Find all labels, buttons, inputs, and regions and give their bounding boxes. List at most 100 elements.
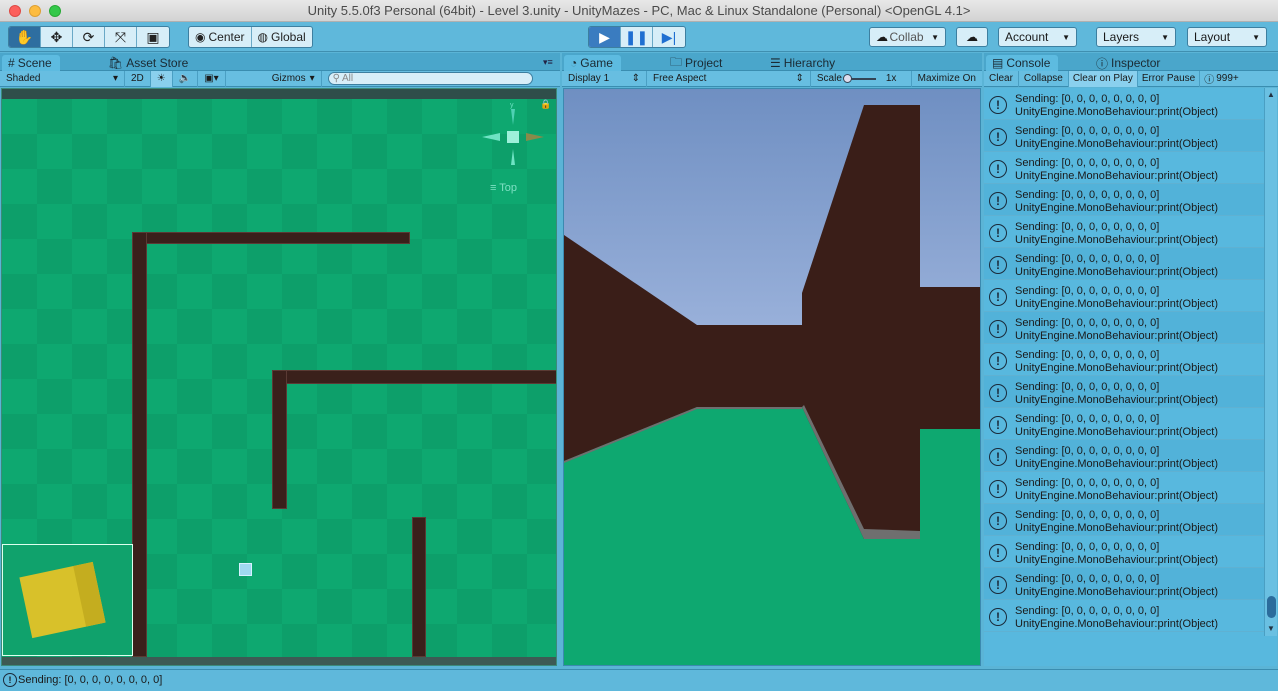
space-global-toggle[interactable]: ◍ Global <box>252 27 312 47</box>
console-log-entry[interactable]: ! Sending: [0, 0, 0, 0, 0, 0, 0, 0] UnityE… <box>984 504 1264 536</box>
console-log-entry[interactable]: ! Sending: [0, 0, 0, 0, 0, 0, 0, 0] UnityE… <box>984 120 1264 152</box>
log-message: Sending: [0, 0, 0, 0, 0, 0, 0, 0] <box>1015 541 1160 553</box>
top-view-label: Top <box>499 182 518 194</box>
tab-scene[interactable]: # Scene <box>2 55 60 71</box>
console-log-entry[interactable]: ! Sending: [0, 0, 0, 0, 0, 0, 0, 0] UnityE… <box>984 216 1264 248</box>
tab-asset-store[interactable]: 🛍 Asset Store <box>102 55 196 71</box>
log-message: Sending: [0, 0, 0, 0, 0, 0, 0, 0] <box>1015 349 1160 361</box>
lighting-toggle[interactable]: ☀ <box>150 70 173 87</box>
collapse-toggle[interactable]: Collapse <box>1019 70 1069 87</box>
scene-viewport[interactable]: y ≡ Top 🔒 <box>1 88 557 666</box>
orientation-gizmo[interactable]: y <box>480 101 546 171</box>
slider-track[interactable] <box>842 73 876 83</box>
log-message: Sending: [0, 0, 0, 0, 0, 0, 0, 0] <box>1015 381 1160 393</box>
scale-value: 1x <box>885 73 897 84</box>
audio-toggle[interactable]: 🔈 <box>173 70 199 87</box>
scale-tool-button[interactable]: ⤧ <box>105 27 137 47</box>
player-marker[interactable] <box>239 563 252 576</box>
console-log-entry[interactable]: ! Sending: [0, 0, 0, 0, 0, 0, 0, 0] UnityE… <box>984 472 1264 504</box>
console-log-list[interactable]: ! Sending: [0, 0, 0, 0, 0, 0, 0, 0] UnityE… <box>984 88 1264 636</box>
log-message: Sending: [0, 0, 0, 0, 0, 0, 0, 0] <box>1015 189 1160 201</box>
console-log-entry[interactable]: ! Sending: [0, 0, 0, 0, 0, 0, 0, 0] UnityE… <box>984 88 1264 120</box>
layers-dropdown[interactable]: Layers ▼ <box>1096 27 1176 47</box>
cloud-button[interactable]: ☁ <box>956 27 988 47</box>
clear-on-play-toggle[interactable]: Clear on Play <box>1068 70 1138 87</box>
clear-button[interactable]: Clear <box>984 70 1019 87</box>
scene-controlbar: Shaded ▾ 2D ☀ 🔈 ▣ ▾ Gizmos ▾ ⚲ All <box>0 70 560 87</box>
log-info-icon: ! <box>989 128 1007 146</box>
layers-label: Layers <box>1103 30 1140 44</box>
scene-search-input[interactable]: ⚲ All <box>327 72 533 85</box>
play-button[interactable]: ▶ <box>589 27 621 47</box>
chevron-down-icon: ▼ <box>1161 32 1169 42</box>
tab-hierarchy[interactable]: ☰ Hierarchy <box>764 55 843 71</box>
tab-console[interactable]: ▤ Console <box>986 55 1059 71</box>
pivot-center-toggle[interactable]: ◉ Center <box>189 27 252 47</box>
console-log-entry[interactable]: ! Sending: [0, 0, 0, 0, 0, 0, 0, 0] UnityE… <box>984 152 1264 184</box>
scale-slider[interactable]: Scale 1x <box>811 70 912 87</box>
scroll-up-icon[interactable]: ▲ <box>1267 90 1275 99</box>
menu-icon: ≡ <box>490 182 497 194</box>
scroll-down-icon[interactable]: ▼ <box>1267 624 1275 633</box>
layout-dropdown[interactable]: Layout ▼ <box>1187 27 1267 47</box>
chevron-down-icon: ▾ <box>213 73 219 84</box>
console-log-entry[interactable]: ! Sending: [0, 0, 0, 0, 0, 0, 0, 0] UnityE… <box>984 280 1264 312</box>
slider-knob[interactable] <box>842 73 852 83</box>
console-log-entry[interactable]: ! Sending: [0, 0, 0, 0, 0, 0, 0, 0] UnityE… <box>984 312 1264 344</box>
log-stacktrace: UnityEngine.MonoBehaviour:print(Object) <box>1015 330 1218 342</box>
lock-icon[interactable]: 🔒 <box>540 99 551 110</box>
window-title-bar: Unity 5.5.0f3 Personal (64bit) - Level 3… <box>0 0 1278 22</box>
log-info-icon: ! <box>989 320 1007 338</box>
console-log-entry[interactable]: ! Sending: [0, 0, 0, 0, 0, 0, 0, 0] UnityE… <box>984 408 1264 440</box>
gizmos-dropdown[interactable]: Gizmos ▾ <box>266 70 322 87</box>
status-message[interactable]: Sending: [0, 0, 0, 0, 0, 0, 0, 0] <box>18 674 162 686</box>
step-button[interactable]: ▶| <box>653 27 685 47</box>
console-log-entry[interactable]: ! Sending: [0, 0, 0, 0, 0, 0, 0, 0] UnityE… <box>984 344 1264 376</box>
2d-toggle[interactable]: 2D <box>125 70 151 87</box>
log-info-icon: ! <box>989 480 1007 498</box>
tab-project[interactable]: 🗀 Project <box>664 55 730 71</box>
log-info-icon: ! <box>989 512 1007 530</box>
console-log-entry[interactable]: ! Sending: [0, 0, 0, 0, 0, 0, 0, 0] UnityE… <box>984 184 1264 216</box>
chevron-down-icon: ⇕ <box>631 73 640 84</box>
log-count-toggle[interactable]: ⓘ 999+ <box>1200 71 1243 87</box>
display-dropdown[interactable]: Display 1 ⇕ <box>562 70 647 87</box>
account-dropdown[interactable]: Account ▼ <box>998 27 1077 47</box>
game-viewport[interactable] <box>563 88 981 666</box>
collab-dropdown[interactable]: ☁ Collab ▼ <box>869 27 946 47</box>
effects-dropdown[interactable]: ▣ ▾ <box>198 70 226 87</box>
maze-wall <box>132 232 147 657</box>
log-message: Sending: [0, 0, 0, 0, 0, 0, 0, 0] <box>1015 253 1160 265</box>
console-log-entry[interactable]: ! Sending: [0, 0, 0, 0, 0, 0, 0, 0] UnityE… <box>984 440 1264 472</box>
tab-inspector[interactable]: ⓘ Inspector <box>1090 55 1168 71</box>
aspect-dropdown[interactable]: Free Aspect ⇕ <box>647 70 811 87</box>
log-stacktrace: UnityEngine.MonoBehaviour:print(Object) <box>1015 586 1218 598</box>
console-log-entry[interactable]: ! Sending: [0, 0, 0, 0, 0, 0, 0, 0] UnityE… <box>984 600 1264 632</box>
console-log-entry[interactable]: ! Sending: [0, 0, 0, 0, 0, 0, 0, 0] UnityE… <box>984 248 1264 280</box>
error-pause-toggle[interactable]: Error Pause <box>1138 70 1201 87</box>
tab-console-label: Console <box>1006 56 1051 70</box>
rect-tool-button[interactable]: ▣ <box>137 27 169 47</box>
log-info-icon: ! <box>989 192 1007 210</box>
move-tool-button[interactable]: ✥ <box>41 27 73 47</box>
panel-menu-icon[interactable]: ▾≡ <box>543 57 553 68</box>
log-message: Sending: [0, 0, 0, 0, 0, 0, 0, 0] <box>1015 285 1160 297</box>
maximize-on-play-toggle[interactable]: Maximize On <box>912 71 982 87</box>
hand-tool-button[interactable]: ✋ <box>9 27 41 47</box>
console-scrollbar[interactable]: ▲ ▼ <box>1264 88 1277 636</box>
hand-icon: ✋ <box>15 28 34 45</box>
scale-icon: ⤧ <box>114 28 127 45</box>
scrollbar-thumb[interactable] <box>1267 596 1276 618</box>
console-log-entry[interactable]: ! Sending: [0, 0, 0, 0, 0, 0, 0, 0] UnityE… <box>984 568 1264 600</box>
store-icon: 🛍 <box>108 56 124 70</box>
scene-top-edge <box>2 89 556 99</box>
pause-button[interactable]: ❚❚ <box>621 27 653 47</box>
log-count: 999+ <box>1216 73 1239 84</box>
speaker-icon: 🔈 <box>178 73 192 84</box>
shading-mode-dropdown[interactable]: Shaded ▾ <box>0 70 125 87</box>
rotate-tool-button[interactable]: ⟳ <box>73 27 105 47</box>
tab-game[interactable]: ◔ Game <box>564 55 621 71</box>
error-pause-label: Error Pause <box>1141 73 1196 84</box>
console-log-entry[interactable]: ! Sending: [0, 0, 0, 0, 0, 0, 0, 0] UnityE… <box>984 536 1264 568</box>
console-log-entry[interactable]: ! Sending: [0, 0, 0, 0, 0, 0, 0, 0] UnityE… <box>984 376 1264 408</box>
